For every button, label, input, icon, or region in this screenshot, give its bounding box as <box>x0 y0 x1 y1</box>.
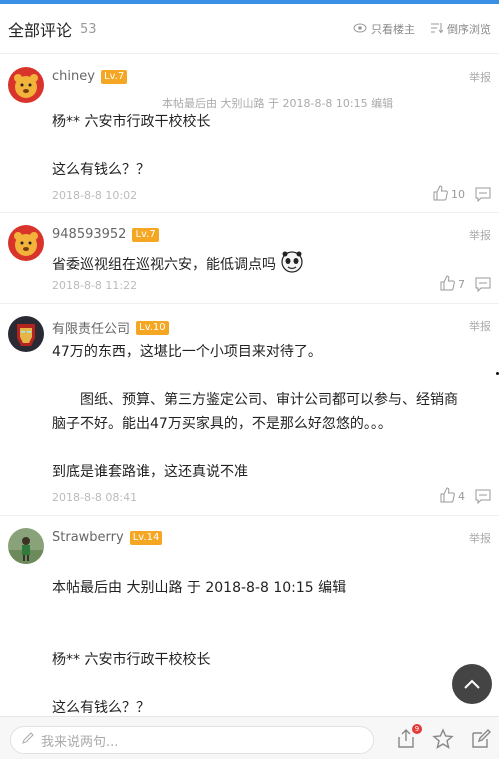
chevron-up-icon <box>463 675 481 694</box>
notification-badge: 9 <box>412 724 422 734</box>
like-button[interactable]: 4 <box>439 487 465 506</box>
comment-text-line: 脑子不好。能出47万买家具的，不是那么好忽悠的。。。 <box>52 416 392 432</box>
report-button[interactable]: 举报 <box>469 69 491 85</box>
comment-time: 2018-8-8 11:22 <box>52 279 138 292</box>
eye-icon <box>353 23 367 36</box>
comment-text-line: 省委巡视组在巡视六安，能低调点吗 <box>52 257 276 273</box>
cartoon-bear-avatar-icon <box>8 225 44 261</box>
comments-count: 53 <box>80 22 97 37</box>
comment-text-line: 杨** 六安市行政干校校长 <box>52 114 211 130</box>
thumbs-up-icon <box>432 185 448 204</box>
username-text: chiney <box>52 69 95 84</box>
comment-item: Strawberry Lv.14 举报 本帖最后由 大别山路 于 2018-8-… <box>0 516 499 716</box>
sort-icon <box>431 22 444 36</box>
only-author-button[interactable]: 只看楼主 <box>353 21 415 37</box>
username[interactable]: chiney Lv.7 <box>52 69 128 84</box>
comment-actions: 7 <box>439 275 491 294</box>
comment-actions: 10 <box>432 185 491 204</box>
reply-icon[interactable] <box>475 187 491 202</box>
username[interactable]: Strawberry Lv.14 <box>52 530 163 545</box>
share-button[interactable]: 9 <box>396 724 422 750</box>
comments-title: 全部评论 <box>8 20 73 40</box>
report-button[interactable]: 举报 <box>469 227 491 243</box>
comment-text-line: 这么有钱么？？ <box>52 700 150 716</box>
star-icon <box>432 728 454 749</box>
level-badge: Lv.10 <box>136 320 169 335</box>
comment-actions: 4 <box>439 487 491 506</box>
username-text: Strawberry <box>52 530 124 545</box>
level-badge: Lv.7 <box>100 69 128 84</box>
photo-avatar-icon <box>8 528 44 564</box>
ironman-avatar-icon <box>8 316 44 352</box>
comment-time: 2018-8-8 10:02 <box>52 189 138 202</box>
comment-text-line: 图纸、预算、第三方鉴定公司、审计公司都可以参与、经销商 <box>80 392 458 408</box>
report-button[interactable]: 举报 <box>469 530 491 546</box>
like-button[interactable]: 10 <box>432 185 465 204</box>
comments-header: 全部评论 53 只看楼主 倒序浏览 <box>0 4 499 54</box>
edit-icon <box>472 729 491 748</box>
like-button[interactable]: 7 <box>439 275 465 294</box>
like-count: 4 <box>458 490 465 503</box>
avatar[interactable] <box>8 316 44 352</box>
level-badge: Lv.7 <box>132 227 159 242</box>
level-badge: Lv.14 <box>129 530 163 545</box>
username[interactable]: 有限责任公司 Lv.10 <box>52 318 169 337</box>
comment-text-line: 47万的东西，这堪比一个小项目来对待了。 <box>52 344 322 360</box>
reverse-order-button[interactable]: 倒序浏览 <box>431 21 491 37</box>
comment-item: chiney Lv.7 举报 本帖最后由 大别山路 于 2018-8-8 10:… <box>0 55 499 213</box>
thumbs-up-icon <box>439 487 455 506</box>
favorite-button[interactable] <box>432 728 454 750</box>
comment-item: 有限责任公司 Lv.10 举报 47万的东西，这堪比一个小项目来对待了。 图纸、… <box>0 304 499 516</box>
reply-icon[interactable] <box>475 489 491 504</box>
only-author-label: 只看楼主 <box>371 23 415 36</box>
comment-text-line: 到底是谁套路谁，这还真说不准 <box>52 464 248 480</box>
reply-input[interactable]: 我来说两句... <box>10 726 374 754</box>
bottom-bar: 我来说两句... 9 <box>0 716 499 759</box>
like-count: 10 <box>451 188 465 201</box>
scroll-to-top-button[interactable] <box>452 664 492 704</box>
pencil-icon <box>21 731 35 749</box>
cartoon-bear-avatar-icon <box>8 67 44 103</box>
reply-icon[interactable] <box>475 277 491 292</box>
compose-button[interactable] <box>470 728 492 750</box>
reply-placeholder: 我来说两句... <box>41 734 119 750</box>
comment-text-row: 省委巡视组在巡视六安，能低调点吗 <box>52 250 304 280</box>
like-count: 7 <box>458 278 465 291</box>
header-tools: 只看楼主 倒序浏览 <box>353 4 491 54</box>
username-text: 948593952 <box>52 227 127 242</box>
username[interactable]: 948593952 Lv.7 <box>52 227 159 242</box>
comment-text-line: 这么有钱么？？ <box>52 162 150 178</box>
comment-text-line: 本帖最后由 大别山路 于 2018-8-8 10:15 编辑 <box>52 580 347 596</box>
avatar[interactable] <box>8 225 44 261</box>
comment-time: 2018-8-8 08:41 <box>52 491 138 504</box>
username-text: 有限责任公司 <box>52 322 131 337</box>
thumbs-up-icon <box>439 275 455 294</box>
comment-item: 948593952 Lv.7 举报 省委巡视组在巡视六安，能低调点吗 2018-… <box>0 213 499 304</box>
panda-emoji-icon <box>280 250 304 280</box>
edit-note: 本帖最后由 大别山路 于 2018-8-8 10:15 编辑 <box>162 97 394 110</box>
reverse-order-label: 倒序浏览 <box>447 23 491 36</box>
report-button[interactable]: 举报 <box>469 318 491 334</box>
avatar[interactable] <box>8 67 44 103</box>
avatar[interactable] <box>8 528 44 564</box>
comment-text-line: 杨** 六安市行政干校校长 <box>52 652 211 668</box>
